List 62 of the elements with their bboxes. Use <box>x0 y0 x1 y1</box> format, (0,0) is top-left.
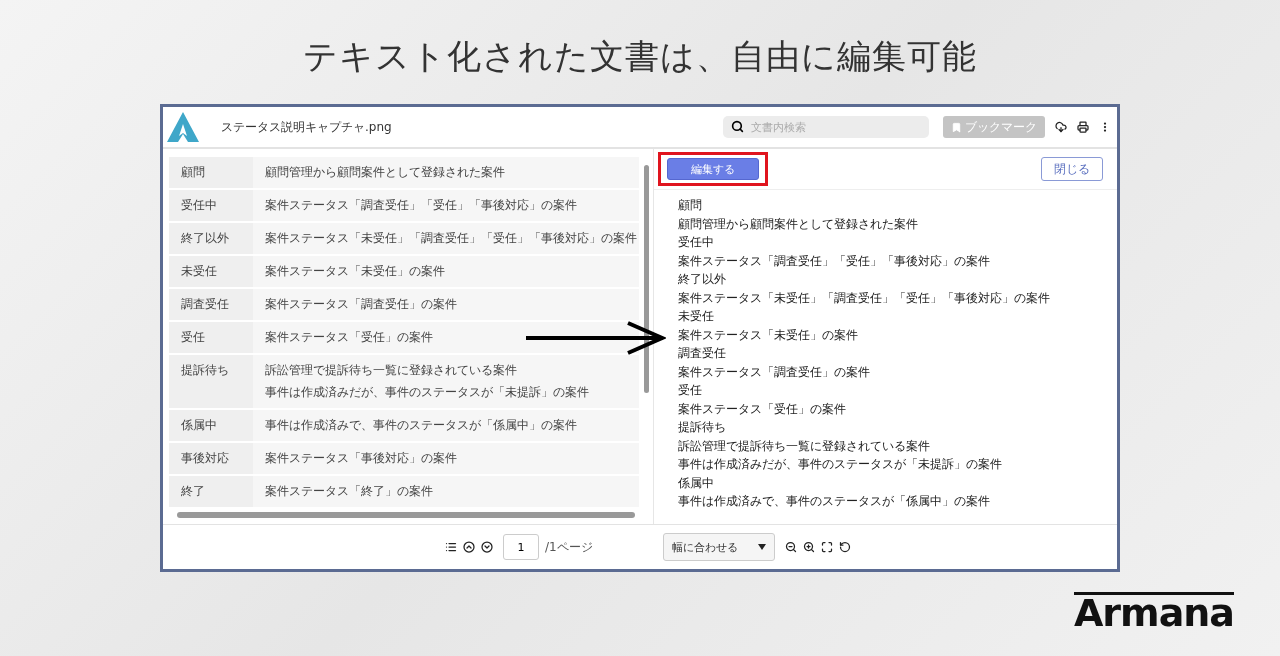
text-line: 提訴待ち <box>678 419 727 436</box>
caret-icon <box>757 544 766 550</box>
text-line: 調査受任 <box>678 345 727 362</box>
text-line: 案件ステータス「未受任」「調査受任」「受任」「事後対応」の案件 <box>678 289 1051 307</box>
text-line: 案件ステータス「未受任」の案件 <box>678 326 859 344</box>
description-cell: 案件ステータス「未受任」の案件 <box>253 256 639 287</box>
description-cell: 案件ステータス「未受任」「調査受任」「受任」「事後対応」の案件 <box>253 223 639 254</box>
text-line: 受任 <box>678 382 703 399</box>
page-input[interactable]: 1 <box>503 534 539 560</box>
status-cell: 未受任 <box>169 256 253 287</box>
edit-button[interactable]: 編集する <box>667 158 759 181</box>
description-cell: 案件ステータス「事後対応」の案件 <box>253 443 639 474</box>
status-cell: 終了 <box>169 476 253 507</box>
description-cell: 訴訟管理で提訴待ち一覧に登録されている案件 事件は作成済みだが、事件のステータスが「未提訴」の案件 <box>253 355 639 408</box>
text-line: 終了以外 <box>678 271 727 288</box>
text-line: 案件ステータス「調査受任」「受任」「事後対応」の案件 <box>678 252 991 270</box>
description-cell: 案件ステータス「終了」の案件 <box>253 476 639 507</box>
text-line: 事件は作成済みで、事件のステータスが「係属中」の案件 <box>678 493 991 510</box>
close-button[interactable]: 閉じる <box>1041 157 1103 181</box>
text-line: 係属中 <box>678 474 715 492</box>
scrollbar-thumb[interactable] <box>177 512 635 518</box>
text-line: 訴訟管理で提訴待ち一覧に登録されている案件 <box>678 437 931 455</box>
description-cell: 事件は作成済みで、事件のステータスが「係属中」の案件 <box>253 410 639 441</box>
bookmark-icon <box>951 121 962 133</box>
print-icon[interactable] <box>1077 121 1089 133</box>
status-cell: 終了以外 <box>169 223 253 254</box>
description-cell: 案件ステータス「受任」の案件 <box>253 322 639 353</box>
text-line: 案件ステータス「受任」の案件 <box>678 400 847 418</box>
app-logo-icon <box>167 112 199 142</box>
status-cell: 受任 <box>169 322 253 353</box>
text-line: 受任中 <box>678 234 715 251</box>
search-icon <box>731 120 744 133</box>
download-icon[interactable] <box>1055 121 1067 133</box>
text-line: 事件は作成済みだが、事件のステータスが「未提訴」の案件 <box>678 456 1003 473</box>
status-cell: 係属中 <box>169 410 253 441</box>
fullscreen-icon[interactable] <box>820 541 833 553</box>
text-line: 未受任 <box>678 308 715 325</box>
headline: テキスト化された文書は、自由に編集可能 <box>303 35 977 78</box>
rotate-icon[interactable] <box>838 541 851 553</box>
zoom-select[interactable]: 幅に合わせる <box>662 533 775 561</box>
description-cell: 案件ステータス「調査受任」の案件 <box>253 289 639 320</box>
previous-page-icon[interactable] <box>463 541 475 553</box>
list-icon[interactable] <box>445 541 457 553</box>
next-page-icon[interactable] <box>481 541 493 553</box>
status-cell: 事後対応 <box>169 443 253 474</box>
status-cell: 提訴待ち <box>169 355 253 408</box>
status-cell: 顧問 <box>169 157 253 188</box>
zoom-out-icon[interactable] <box>784 541 797 553</box>
file-name: ステータス説明キャプチャ.png <box>221 118 393 136</box>
text-line: 顧問 <box>678 197 703 214</box>
status-cell: 調査受任 <box>169 289 253 320</box>
scrollbar-thumb[interactable] <box>644 165 649 393</box>
zoom-in-icon[interactable] <box>802 541 815 553</box>
arrow-icon <box>524 320 666 356</box>
search-field[interactable]: 文書内検索 <box>723 116 929 138</box>
brand-logo: Armana <box>1073 592 1234 631</box>
text-line: 顧問管理から顧問案件として登録された案件 <box>678 215 919 233</box>
page-total: /1ページ <box>545 538 593 556</box>
text-line: 案件ステータス「調査受任」の案件 <box>678 363 871 381</box>
description-cell: 案件ステータス「調査受任」「受任」「事後対応」の案件 <box>253 190 639 221</box>
description-cell: 顧問管理から顧問案件として登録された案件 <box>253 157 639 188</box>
status-cell: 受任中 <box>169 190 253 221</box>
